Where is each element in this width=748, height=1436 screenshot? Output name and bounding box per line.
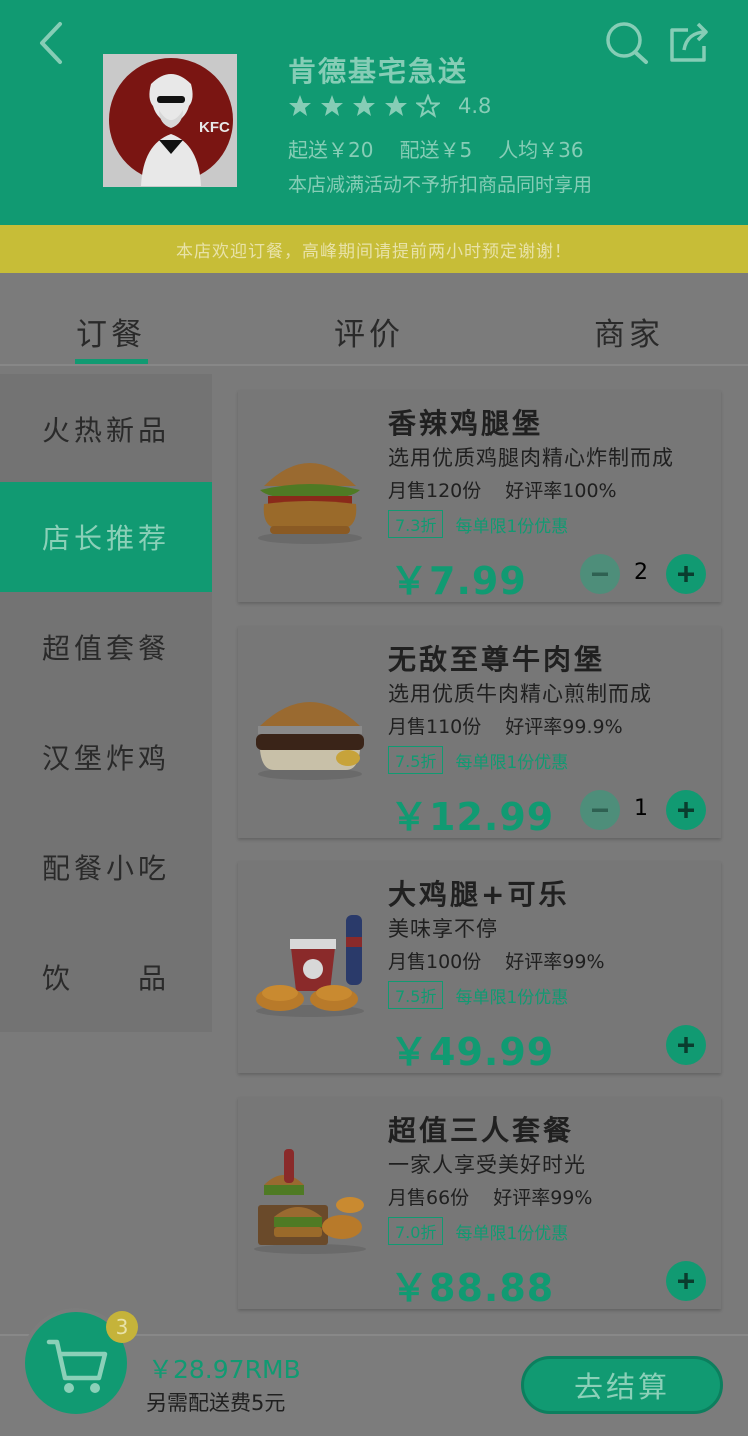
product-desc: 美味享不停 [388,917,498,941]
discount-tag: 7.3折 [388,510,444,538]
tab-bar: 订餐 评价 商家 [0,273,748,366]
delivery-fee-note: 另需配送费5元 [146,1391,286,1415]
product-stats: 月售110份 好评率99.9% [388,712,623,739]
category-recommended[interactable]: 店长推荐 [0,482,212,592]
announcement-bar: 本店欢迎订餐，高峰期间请提前两小时预定谢谢！ [0,225,748,273]
plus-icon [678,566,694,582]
increase-qty-button[interactable] [666,790,706,830]
discount-tag: 7.0折 [388,1217,444,1245]
category-sides[interactable]: 配餐小吃 [0,812,212,922]
active-tab-indicator [75,359,148,364]
increase-qty-button[interactable] [666,1261,706,1301]
product-desc: 一家人享受美好时光 [388,1153,586,1177]
category-burger-chicken[interactable]: 汉堡炸鸡 [0,702,212,812]
positive-rate: 好评率99% [505,951,605,973]
category-combo[interactable]: 超值套餐 [0,592,212,702]
tab-merchant[interactable]: 商家 [594,309,664,354]
tab-reviews[interactable]: 评价 [334,309,404,354]
product-price: ￥49.99 [390,1030,555,1074]
cart-total: ￥28.97RMB [148,1355,301,1384]
product-promo: 7.5折 每单限1份优惠 [388,981,568,1009]
minus-icon [592,808,608,812]
category-sidebar: 火热新品 店长推荐 超值套餐 汉堡炸鸡 配餐小吃 饮 品 [0,374,212,1032]
product-card[interactable]: 香辣鸡腿堡 选用优质鸡腿肉精心炸制而成 月售120份 好评率100% 7.3折 … [238,390,721,603]
product-promo: 7.3折 每单限1份优惠 [388,510,568,538]
product-promo: 7.5折 每单限1份优惠 [388,746,568,774]
per-person: 人均￥36 [498,138,584,162]
product-title: 超值三人套餐 [388,1114,575,1147]
delivery-fee: 配送￥5 [399,138,473,162]
promo-limit: 每单限1份优惠 [455,752,569,773]
monthly-sales: 月售100份 [388,951,482,973]
category-new[interactable]: 火热新品 [0,374,212,484]
star-rating [288,94,440,118]
promo-limit: 每单限1份优惠 [455,516,569,537]
star-filled-icon [321,95,343,116]
decrease-qty-button[interactable] [580,554,620,594]
product-stats: 月售66份 好评率99% [388,1183,592,1210]
star-filled-icon [385,95,407,116]
chicken-cola-image [256,915,364,1017]
product-title: 香辣鸡腿堡 [388,407,544,440]
product-price: ￥7.99 [390,559,527,603]
plus-icon [678,802,694,818]
increase-qty-button[interactable] [666,554,706,594]
plus-icon [678,1273,694,1289]
promo-notice: 本店减满活动不予折扣商品同时享用 [288,174,593,196]
product-title: 无敌至尊牛肉堡 [388,643,606,676]
share-icon[interactable] [666,20,714,68]
logo-text: KFC [199,119,230,136]
star-outline-icon [416,94,440,118]
product-card[interactable]: 无敌至尊牛肉堡 选用优质牛肉精心煎制而成 月售110份 好评率99.9% 7.5… [238,626,721,839]
product-promo: 7.0折 每单限1份优惠 [388,1217,568,1245]
shop-name: 肯德基宅急送 [288,55,469,88]
product-card[interactable]: 大鸡腿+可乐 美味享不停 月售100份 好评率99% 7.5折 每单限1份优惠 … [238,861,721,1074]
back-arrow-icon[interactable] [30,20,74,70]
beef-burger-image [256,702,364,780]
quantity: 1 [634,796,648,821]
monthly-sales: 月售120份 [388,480,482,502]
minus-icon [592,572,608,576]
positive-rate: 好评率100% [505,480,617,502]
product-card[interactable]: 超值三人套餐 一家人享受美好时光 月售66份 好评率99% 7.0折 每单限1份… [238,1097,721,1310]
promo-limit: 每单限1份优惠 [455,1223,569,1244]
discount-tag: 7.5折 [388,981,444,1009]
spicy-chicken-burger-image [258,463,362,544]
family-meal-image [254,1149,366,1254]
cart-count-badge: 3 [106,1311,138,1343]
checkout-button[interactable]: 去结算 [521,1356,723,1414]
product-desc: 选用优质牛肉精心煎制而成 [388,682,652,706]
product-price: ￥88.88 [390,1266,555,1310]
quantity: 2 [634,560,648,585]
decrease-qty-button[interactable] [580,790,620,830]
category-drinks[interactable]: 饮 品 [0,922,212,1032]
positive-rate: 好评率99.9% [505,716,623,738]
monthly-sales: 月售110份 [388,716,482,738]
product-stats: 月售100份 好评率99% [388,947,605,974]
product-price: ￥12.99 [390,795,555,839]
tab-order[interactable]: 订餐 [76,309,146,354]
positive-rate: 好评率99% [493,1187,593,1209]
shop-logo: KFC [103,54,237,187]
promo-limit: 每单限1份优惠 [455,987,569,1008]
product-desc: 选用优质鸡腿肉精心炸制而成 [388,446,674,470]
product-title: 大鸡腿+可乐 [388,878,570,911]
min-order: 起送￥20 [288,138,374,162]
rating-value: 4.8 [458,94,492,118]
shop-header: KFC 肯德基宅急送 4.8 起送￥20 配送￥5 人均￥36 本店减满活动不予… [0,0,748,225]
rating-row: 4.8 [288,94,491,118]
star-filled-icon [289,95,311,116]
discount-tag: 7.5折 [388,746,444,774]
delivery-info: 起送￥20 配送￥5 人均￥36 [288,134,584,163]
product-stats: 月售120份 好评率100% [388,476,617,503]
monthly-sales: 月售66份 [388,1187,470,1209]
search-icon[interactable] [604,20,652,68]
plus-icon [678,1037,694,1053]
star-filled-icon [353,95,375,116]
increase-qty-button[interactable] [666,1025,706,1065]
